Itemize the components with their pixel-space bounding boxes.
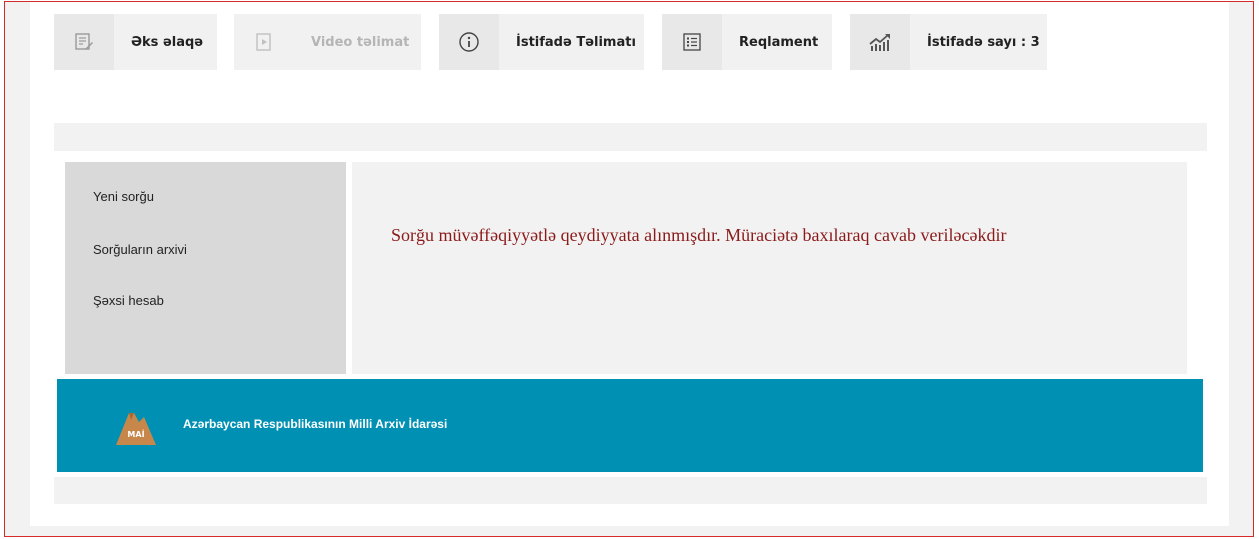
usage-instructions-label: İstifadə Təlimatı xyxy=(516,34,636,50)
header-strip xyxy=(54,123,1207,151)
feedback-label: Əks əlaqə xyxy=(131,34,204,50)
video-tutorial-button[interactable]: Video təlimat xyxy=(234,14,421,70)
edit-icon xyxy=(54,14,114,70)
svg-text:MAİ: MAİ xyxy=(127,429,144,439)
info-icon xyxy=(439,14,499,70)
usage-instructions-button[interactable]: İstifadə Təlimatı xyxy=(439,14,644,70)
regulation-label: Reqlament xyxy=(739,34,819,50)
footer: MAİ Azərbaycan Respublikasının Milli Arx… xyxy=(57,379,1203,472)
right-margin xyxy=(1229,2,1253,526)
bottom-strip xyxy=(54,477,1207,504)
bottom-margin xyxy=(5,526,1253,536)
main-panel: Sorğu müvəffəqiyyətlə qeydiyyata alınmış… xyxy=(352,162,1187,374)
video-icon xyxy=(234,14,294,70)
sidebar-item-personal-account[interactable]: Şəxsi hesab xyxy=(93,293,164,308)
feedback-button[interactable]: Əks əlaqə xyxy=(54,14,217,70)
archive-logo: MAİ xyxy=(116,413,156,445)
usage-count-button[interactable]: İstifadə sayı : 3 xyxy=(850,14,1047,70)
chart-up-icon xyxy=(850,14,910,70)
sidebar-item-new-request[interactable]: Yeni sorğu xyxy=(93,189,154,204)
regulation-button[interactable]: Reqlament xyxy=(662,14,832,70)
video-tutorial-label: Video təlimat xyxy=(311,34,410,50)
success-message: Sorğu müvəffəqiyyətlə qeydiyyata alınmış… xyxy=(391,225,1007,245)
sidebar: Yeni sorğu Sorğuların arxivi Şəxsi hesab xyxy=(65,162,346,374)
sidebar-item-request-archive[interactable]: Sorğuların arxivi xyxy=(93,242,187,257)
left-margin xyxy=(5,2,30,526)
usage-count-label: İstifadə sayı : 3 xyxy=(927,34,1040,50)
footer-org-name: Azərbaycan Respublikasının Milli Arxiv İ… xyxy=(183,417,448,431)
list-icon xyxy=(662,14,722,70)
